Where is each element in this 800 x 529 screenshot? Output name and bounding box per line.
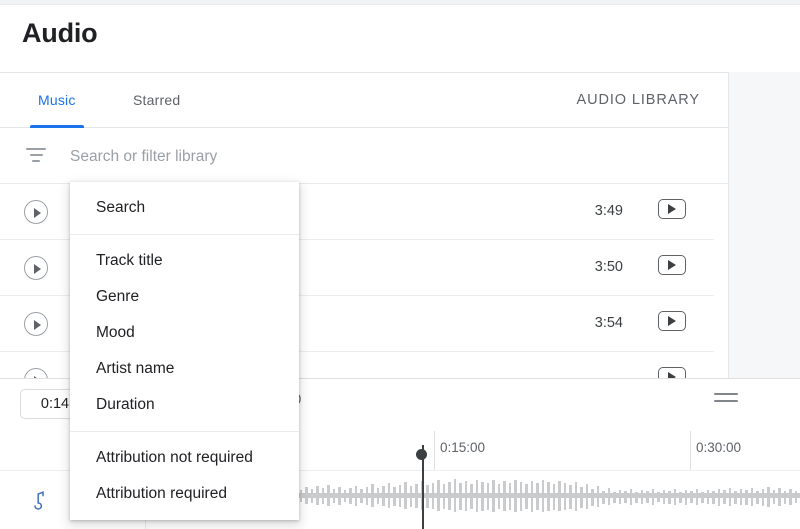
menu-item-mood[interactable]: Mood [70, 315, 299, 351]
menu-item-search[interactable]: Search [70, 190, 299, 226]
track-duration: 3:54 [594, 315, 623, 331]
filter-dropdown-menu: Search Track title Genre Mood Artist nam… [70, 182, 299, 520]
ruler-tick-label: 0:15:00 [440, 440, 486, 455]
filter-list-icon[interactable] [26, 148, 46, 163]
menu-separator [70, 431, 299, 432]
search-bar [0, 128, 728, 185]
filter-line-2 [29, 154, 43, 156]
tab-starred-label: Starred [133, 92, 181, 108]
play-circle-icon[interactable] [24, 256, 48, 280]
audio-library-page: Audio Music Starred AUDIO LIBRARY 3:49 3… [0, 0, 800, 529]
track-duration: 3:49 [594, 203, 623, 219]
track-list-scrollbar[interactable] [714, 185, 728, 379]
drag-handle-icon[interactable] [714, 393, 738, 405]
youtube-play-icon[interactable] [658, 255, 686, 275]
filter-line-3 [32, 160, 40, 162]
menu-item-genre[interactable]: Genre [70, 279, 299, 315]
tab-starred[interactable]: Starred [125, 73, 188, 128]
tab-bar: Music Starred AUDIO LIBRARY [0, 72, 728, 128]
menu-item-artist-name[interactable]: Artist name [70, 351, 299, 387]
filter-line-1 [26, 148, 46, 150]
tab-music[interactable]: Music [30, 73, 84, 128]
menu-group-attribution: Attribution not required Attribution req… [70, 440, 299, 512]
window-top-strip [0, 0, 800, 5]
audio-library-label: AUDIO LIBRARY [576, 92, 700, 108]
youtube-play-icon[interactable] [658, 311, 686, 331]
play-circle-icon[interactable] [24, 200, 48, 224]
track-duration: 3:50 [594, 259, 623, 275]
tab-music-label: Music [38, 92, 76, 108]
menu-item-track-title[interactable]: Track title [70, 243, 299, 279]
menu-separator [70, 234, 299, 235]
right-gutter [728, 72, 800, 378]
drag-handle-line-2 [714, 400, 738, 402]
page-title: Audio [22, 18, 98, 48]
menu-group-fields: Track title Genre Mood Artist name Durat… [70, 243, 299, 423]
menu-item-attribution-not-required[interactable]: Attribution not required [70, 440, 299, 476]
search-input[interactable] [68, 128, 672, 185]
youtube-play-icon[interactable] [658, 199, 686, 219]
menu-item-attribution-required[interactable]: Attribution required [70, 476, 299, 512]
drag-handle-line-1 [714, 393, 738, 395]
play-circle-icon[interactable] [24, 312, 48, 336]
playhead-marker[interactable] [416, 449, 427, 460]
ruler-tick-label: 0:30:00 [696, 440, 742, 455]
menu-item-duration[interactable]: Duration [70, 387, 299, 423]
